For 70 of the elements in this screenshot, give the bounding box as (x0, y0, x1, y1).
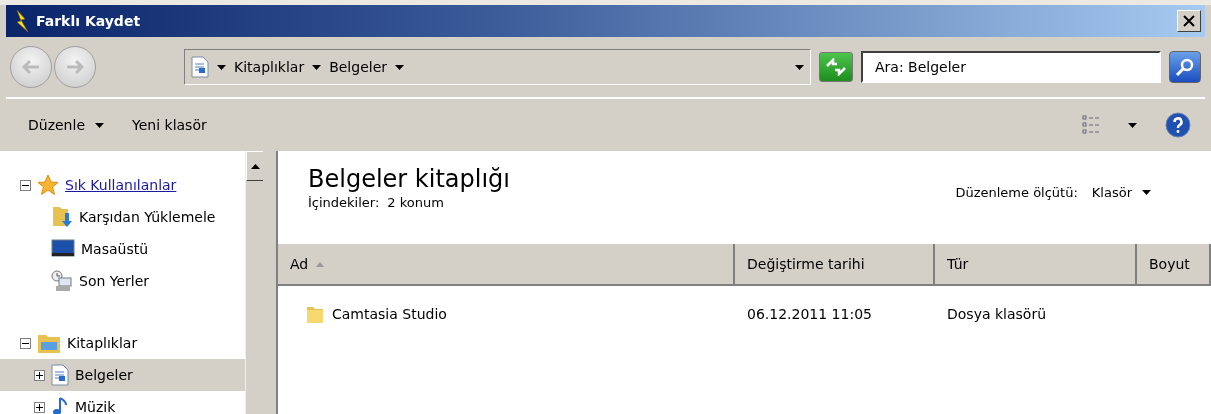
includes-link[interactable]: 2 konum (387, 195, 444, 210)
caret-icon (395, 64, 404, 70)
tree-item[interactable]: Son Yerler (0, 265, 245, 297)
caret-icon (95, 122, 104, 128)
search-button[interactable] (1169, 51, 1201, 83)
sort-arrow-icon (316, 261, 325, 267)
view-caret-icon (1128, 122, 1137, 128)
search-icon (1175, 57, 1195, 77)
caret-icon (1142, 190, 1151, 195)
tree-item[interactable]: Sık Kullanılanlar (0, 169, 245, 201)
table-cell: Dosya klasörü (947, 306, 1047, 322)
column-header[interactable]: Boyut (1137, 244, 1211, 284)
table-cell: 06.12.2011 11:05 (747, 306, 872, 322)
tree-item[interactable]: Karşıdan Yüklemele (0, 201, 245, 233)
back-arrow-icon (21, 59, 41, 75)
tree-item-label: Masaüstü (81, 241, 149, 257)
file-name[interactable]: Camtasia Studio (332, 306, 447, 322)
search-field[interactable]: Ara: Belgeler (861, 51, 1161, 83)
plus-icon (36, 371, 43, 379)
address-field[interactable]: Kitaplıklar Belgeler (184, 49, 811, 85)
caret-icon (312, 64, 322, 70)
view-options-icon[interactable] (1082, 115, 1100, 135)
document-icon (191, 56, 209, 78)
help-icon[interactable] (1165, 112, 1191, 138)
includes-label: İçindekiler: (308, 195, 380, 210)
up-arrow-icon (250, 163, 260, 169)
tree-item[interactable]: Belgeler (0, 359, 245, 391)
arrange-label: Düzenleme ölçütü: (955, 185, 1078, 200)
breadcrumb[interactable]: Kitaplıklar (217, 59, 305, 75)
desktop-icon (51, 239, 75, 259)
plus-icon (36, 403, 43, 411)
refresh-button[interactable] (819, 52, 853, 82)
arrange-dropdown[interactable]: Klasör (1091, 185, 1151, 200)
close-button[interactable] (1177, 10, 1201, 32)
expand-button[interactable] (34, 369, 45, 381)
tree-item[interactable]: Kitaplıklar (0, 327, 245, 359)
library-folder-icon (37, 332, 61, 354)
tree-item-label: Müzik (75, 399, 116, 414)
tree-item[interactable]: Müzik (0, 391, 245, 414)
tree-item-label: Sık Kullanılanlar (65, 177, 177, 193)
recent-places-icon (51, 270, 73, 292)
refresh-arrows-icon (825, 58, 847, 76)
star-icon (37, 174, 59, 196)
download-folder-icon (51, 205, 73, 229)
forward-arrow-icon (65, 59, 85, 75)
scrollbar[interactable] (245, 151, 263, 414)
tree-item-label: Kitaplıklar (67, 335, 138, 351)
collapse-button[interactable] (20, 337, 31, 349)
tree-item-label: Belgeler (75, 367, 133, 383)
dropdown-caret-icon (795, 64, 804, 70)
menu-button[interactable]: Düzenle (28, 117, 104, 133)
tree-item-label: Karşıdan Yüklemele (79, 209, 216, 225)
close-icon (1183, 15, 1195, 27)
caret-icon (217, 64, 226, 70)
expand-button[interactable] (34, 401, 45, 413)
tree-item[interactable]: Masaüstü (0, 233, 245, 265)
breadcrumb[interactable]: Belgeler (312, 59, 387, 75)
scroll-up-button[interactable] (246, 151, 264, 181)
collapse-button[interactable] (20, 179, 31, 191)
column-header[interactable]: Değiştirme tarihi (735, 244, 935, 284)
lightning-icon (14, 10, 30, 32)
tree-item-label: Son Yerler (79, 273, 150, 289)
library-title: Belgeler kitaplığı (308, 165, 511, 193)
column-header[interactable]: Tür (935, 244, 1137, 284)
document-icon (51, 364, 69, 386)
toolbar-button[interactable]: Yeni klasör (132, 117, 207, 133)
column-header[interactable]: Ad (278, 244, 735, 284)
window-title: Farklı Kaydet (36, 13, 142, 29)
music-note-icon (51, 396, 69, 414)
folder-icon (306, 304, 324, 324)
